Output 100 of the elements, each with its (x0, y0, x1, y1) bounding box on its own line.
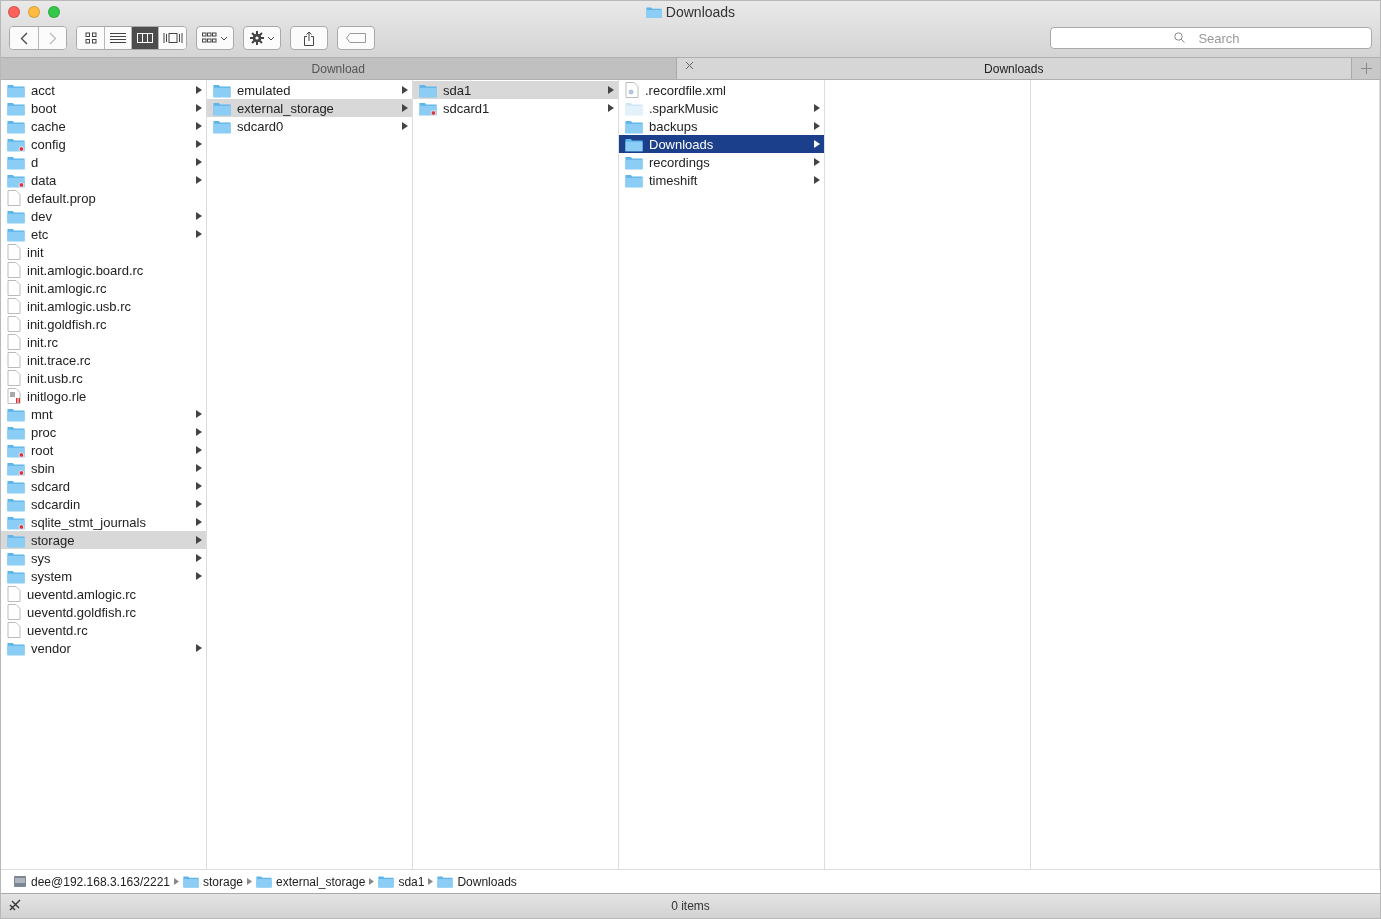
view-mode-button[interactable] (158, 27, 186, 49)
chevron-down-icon (266, 35, 275, 41)
locked-folder-icon (7, 442, 25, 458)
search-field[interactable]: Search (1050, 27, 1372, 49)
folder-row[interactable]: sys (1, 549, 206, 567)
folder-row[interactable]: storage (1, 531, 206, 549)
folder-row[interactable]: d (1, 153, 206, 171)
folder-row[interactable]: vendor (1, 639, 206, 657)
folder-row[interactable]: cache (1, 117, 206, 135)
view-mode-button[interactable] (131, 27, 158, 49)
disclosure-arrow-icon (196, 482, 202, 490)
tab[interactable]: Downloads (676, 58, 1352, 79)
tab-label: Downloads (984, 61, 1044, 76)
file-row[interactable]: init.amlogic.rc (1, 279, 206, 297)
locked-folder-icon (7, 514, 25, 530)
share-icon (303, 30, 315, 46)
close-window-button[interactable] (8, 6, 20, 18)
path-item[interactable]: storage (183, 874, 243, 889)
folder-row[interactable]: etc (1, 225, 206, 243)
disclosure-arrow-icon (196, 410, 202, 418)
view-mode-button[interactable] (104, 27, 131, 49)
tag-icon (346, 33, 366, 43)
file-row[interactable]: init.trace.rc (1, 351, 206, 369)
chevron-right-icon (48, 31, 57, 45)
folder-row[interactable]: data (1, 171, 206, 189)
file-icon (7, 370, 21, 386)
disclosure-arrow-icon (196, 176, 202, 184)
window-title: Downloads (665, 4, 736, 20)
file-row[interactable]: ueventd.rc (1, 621, 206, 639)
folder-row[interactable]: system (1, 567, 206, 585)
arrange-button[interactable] (196, 26, 234, 50)
disclosure-arrow-icon (196, 104, 202, 112)
folder-row[interactable]: proc (1, 423, 206, 441)
disclosure-arrow-icon (196, 500, 202, 508)
folder-row[interactable]: external_storage (207, 99, 412, 117)
folder-row[interactable]: acct (1, 81, 206, 99)
folder-row[interactable]: root (1, 441, 206, 459)
file-row[interactable]: initlogo.rle (1, 387, 206, 405)
disclosure-arrow-icon (402, 104, 408, 112)
action-button[interactable] (243, 26, 281, 50)
file-row[interactable]: ueventd.amlogic.rc (1, 585, 206, 603)
view-mode-button[interactable] (77, 27, 104, 49)
tab[interactable]: Download (1, 58, 677, 79)
disclosure-arrow-icon (814, 104, 820, 112)
disclosure-arrow-icon (402, 86, 408, 94)
locked-folder-icon (7, 460, 25, 476)
share-button[interactable] (290, 26, 328, 50)
plus-icon (1360, 63, 1372, 74)
file-row[interactable]: init.amlogic.usb.rc (1, 297, 206, 315)
disclosure-arrow-icon (196, 446, 202, 454)
file-row[interactable]: ueventd.goldfish.rc (1, 603, 206, 621)
folder-row[interactable]: sdcard0 (207, 117, 412, 135)
folder-row[interactable]: Downloads (619, 135, 824, 153)
disclosure-arrow-icon (196, 140, 202, 148)
disconnect-icon[interactable] (9, 899, 21, 911)
tag-button[interactable] (337, 26, 375, 50)
folder-row[interactable]: sbin (1, 459, 206, 477)
folder-icon (7, 154, 25, 170)
folder-row[interactable]: .sparkMusic (619, 99, 824, 117)
file-row[interactable]: init (1, 243, 206, 261)
folder-row[interactable]: sdcard1 (413, 99, 618, 117)
folder-row[interactable]: sdcardin (1, 495, 206, 513)
file-row[interactable]: init.amlogic.board.rc (1, 261, 206, 279)
folder-row[interactable]: mnt (1, 405, 206, 423)
folder-icon (7, 100, 25, 116)
folder-row[interactable]: backups (619, 117, 824, 135)
folder-row[interactable]: dev (1, 207, 206, 225)
file-row[interactable]: init.goldfish.rc (1, 315, 206, 333)
chevron-down-icon (220, 35, 228, 41)
folder-row[interactable]: sqlite_stmt_journals (1, 513, 206, 531)
folder-row[interactable]: sda1 (413, 81, 618, 99)
file-row[interactable]: .recordfile.xml (619, 81, 824, 99)
folder-row[interactable]: config (1, 135, 206, 153)
folder-icon (7, 208, 25, 224)
folder-icon (625, 136, 643, 152)
file-row[interactable]: init.rc (1, 333, 206, 351)
folder-row[interactable]: emulated (207, 81, 412, 99)
path-item[interactable]: sda1 (378, 874, 425, 889)
disclosure-arrow-icon (196, 644, 202, 652)
column-view-icon (137, 32, 153, 44)
path-item[interactable]: external_storage (256, 874, 366, 889)
path-item[interactable]: Downloads (437, 874, 517, 889)
folder-icon (625, 154, 643, 170)
file-icon (7, 316, 21, 332)
file-icon (7, 622, 21, 638)
disclosure-arrow-icon (196, 122, 202, 130)
folder-row[interactable]: recordings (619, 153, 824, 171)
close-icon[interactable] (684, 61, 694, 70)
disclosure-arrow-icon (608, 86, 614, 94)
folder-icon (419, 82, 437, 98)
folder-icon (625, 172, 643, 188)
folder-row[interactable]: boot (1, 99, 206, 117)
folder-icon (7, 226, 25, 242)
folder-row[interactable]: timeshift (619, 171, 824, 189)
file-row[interactable]: init.usb.rc (1, 369, 206, 387)
path-item[interactable]: dee@192.168.3.163/2221 (13, 874, 170, 889)
path-separator-icon (247, 878, 252, 885)
folder-row[interactable]: sdcard (1, 477, 206, 495)
folder-icon (7, 478, 25, 494)
file-row[interactable]: default.prop (1, 189, 206, 207)
